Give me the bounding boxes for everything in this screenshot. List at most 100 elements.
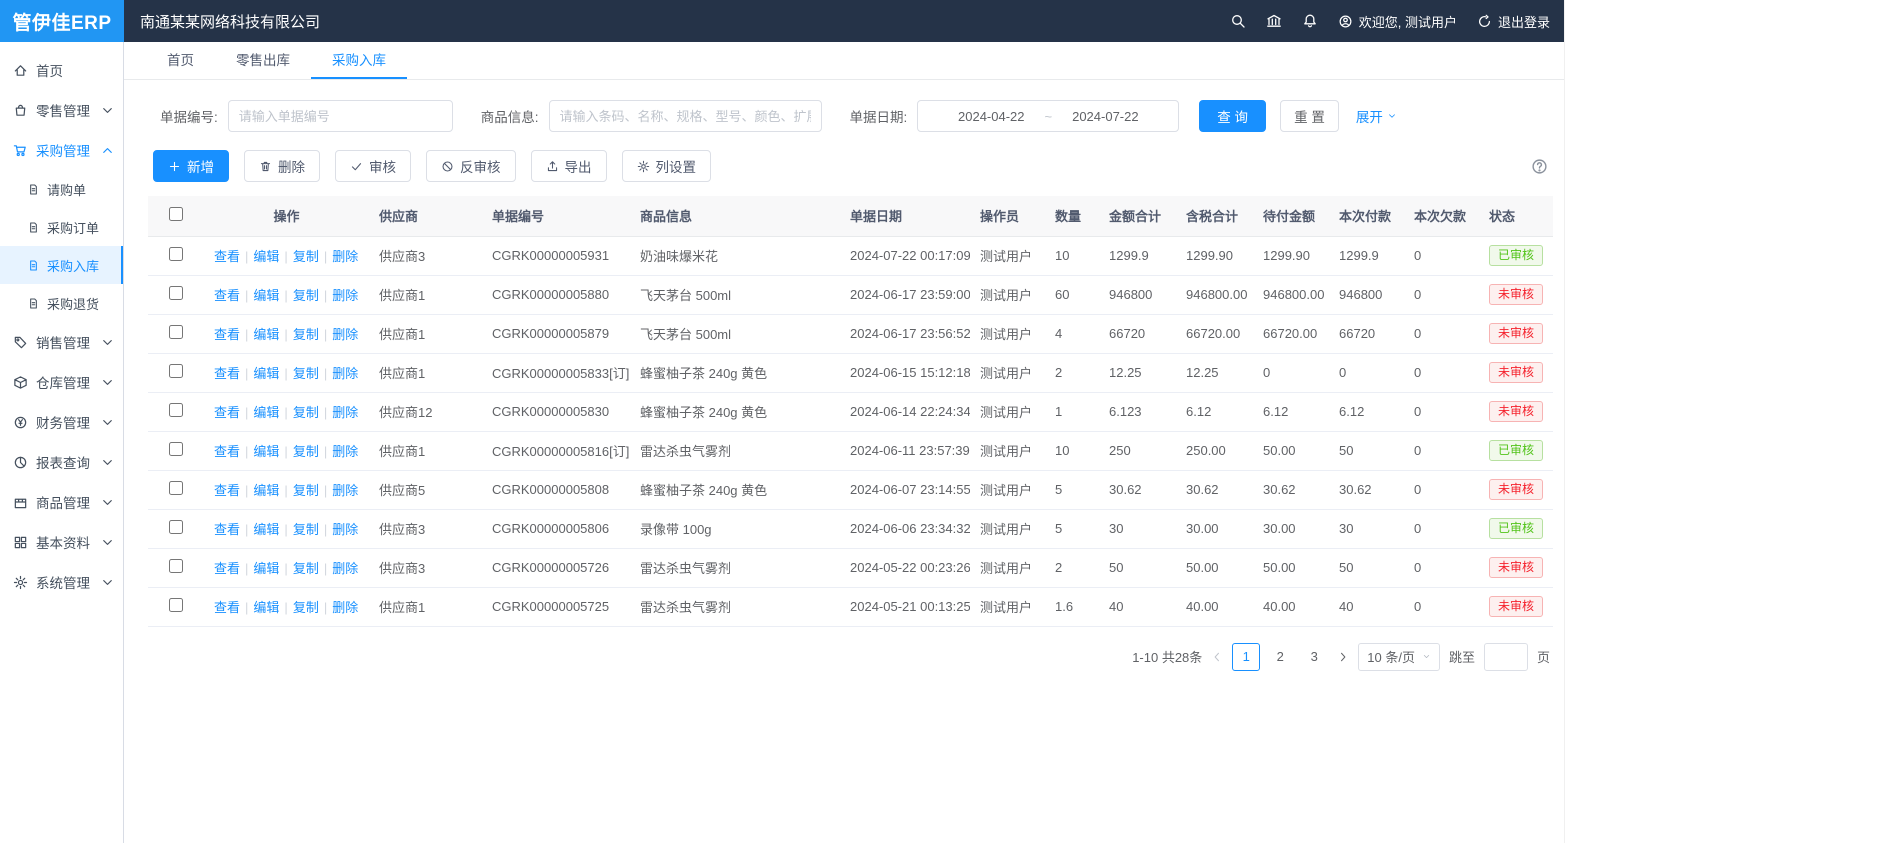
sidebar-item-purchase-inbound[interactable]: 采购入库 xyxy=(0,246,123,284)
row-checkbox[interactable] xyxy=(169,286,183,300)
page-size-select[interactable]: 10 条/页 xyxy=(1358,643,1440,671)
row-action-view[interactable]: 查看 xyxy=(214,600,240,615)
sidebar-item-sales[interactable]: 销售管理 xyxy=(0,322,123,362)
date-from-value[interactable]: 2024-04-22 xyxy=(958,109,1025,124)
sidebar-item-system[interactable]: 系统管理 xyxy=(0,562,123,602)
row-checkbox[interactable] xyxy=(169,442,183,456)
tab-purchase-inbound[interactable]: 采购入库 xyxy=(311,42,407,79)
tab-home[interactable]: 首页 xyxy=(146,42,215,79)
sidebar-item-finance[interactable]: 财务管理 xyxy=(0,402,123,442)
row-action-delete[interactable]: 删除 xyxy=(332,600,358,615)
app-logo[interactable]: 管伊佳ERP xyxy=(0,0,124,42)
row-action-copy[interactable]: 复制 xyxy=(293,444,319,459)
row-action-view[interactable]: 查看 xyxy=(214,327,240,342)
row-checkbox[interactable] xyxy=(169,598,183,612)
row-action-edit[interactable]: 编辑 xyxy=(253,405,279,420)
row-action-view[interactable]: 查看 xyxy=(214,249,240,264)
row-checkbox[interactable] xyxy=(169,364,183,378)
tab-retail-outbound[interactable]: 零售出库 xyxy=(215,42,311,79)
row-action-view[interactable]: 查看 xyxy=(214,522,240,537)
help-icon[interactable] xyxy=(1531,158,1548,175)
sidebar-item-purchase-return[interactable]: 采购退货 xyxy=(0,284,123,322)
row-action-edit[interactable]: 编辑 xyxy=(253,444,279,459)
sidebar-item-report[interactable]: 报表查询 xyxy=(0,442,123,482)
row-action-edit[interactable]: 编辑 xyxy=(253,366,279,381)
export-button[interactable]: 导出 xyxy=(531,150,607,182)
reset-button[interactable]: 重 置 xyxy=(1280,100,1339,132)
row-action-edit[interactable]: 编辑 xyxy=(253,600,279,615)
bell-icon[interactable] xyxy=(1302,13,1318,29)
cell-debt: 0 xyxy=(1404,587,1479,626)
cell-qty: 4 xyxy=(1045,314,1099,353)
row-action-edit[interactable]: 编辑 xyxy=(253,561,279,576)
row-action-delete[interactable]: 删除 xyxy=(332,249,358,264)
page-button-1[interactable]: 1 xyxy=(1232,643,1260,671)
logout-button[interactable]: 退出登录 xyxy=(1477,12,1550,31)
row-action-view[interactable]: 查看 xyxy=(214,483,240,498)
unaudit-button[interactable]: 反审核 xyxy=(426,150,516,182)
row-action-copy[interactable]: 复制 xyxy=(293,600,319,615)
row-action-edit[interactable]: 编辑 xyxy=(253,288,279,303)
sidebar-item-retail[interactable]: 零售管理 xyxy=(0,90,123,130)
row-action-delete[interactable]: 删除 xyxy=(332,405,358,420)
row-action-copy[interactable]: 复制 xyxy=(293,405,319,420)
row-action-delete[interactable]: 删除 xyxy=(332,444,358,459)
row-action-delete[interactable]: 删除 xyxy=(332,483,358,498)
row-action-copy[interactable]: 复制 xyxy=(293,249,319,264)
row-action-delete[interactable]: 删除 xyxy=(332,522,358,537)
row-action-edit[interactable]: 编辑 xyxy=(253,522,279,537)
sidebar-item-home[interactable]: 首页 xyxy=(0,50,123,90)
cell-qty: 5 xyxy=(1045,470,1099,509)
row-action-edit[interactable]: 编辑 xyxy=(253,483,279,498)
row-checkbox[interactable] xyxy=(169,325,183,339)
row-action-copy[interactable]: 复制 xyxy=(293,522,319,537)
bank-icon[interactable] xyxy=(1266,13,1282,29)
row-action-edit[interactable]: 编辑 xyxy=(253,327,279,342)
order-no-input[interactable] xyxy=(228,100,453,132)
row-action-view[interactable]: 查看 xyxy=(214,561,240,576)
row-action-view[interactable]: 查看 xyxy=(214,288,240,303)
next-page-button[interactable] xyxy=(1337,651,1349,663)
row-action-delete[interactable]: 删除 xyxy=(332,327,358,342)
row-action-edit[interactable]: 编辑 xyxy=(253,249,279,264)
status-badge: 未审核 xyxy=(1489,323,1543,344)
welcome-user[interactable]: 欢迎您, 测试用户 xyxy=(1338,12,1457,31)
search-button[interactable]: 查 询 xyxy=(1199,100,1266,132)
row-action-view[interactable]: 查看 xyxy=(214,444,240,459)
row-action-copy[interactable]: 复制 xyxy=(293,288,319,303)
row-action-copy[interactable]: 复制 xyxy=(293,561,319,576)
row-checkbox[interactable] xyxy=(169,559,183,573)
jump-page-input[interactable] xyxy=(1484,643,1528,671)
date-range-picker[interactable]: 2024-04-22 ~ 2024-07-22 xyxy=(917,100,1179,132)
row-checkbox[interactable] xyxy=(169,481,183,495)
row-action-copy[interactable]: 复制 xyxy=(293,366,319,381)
row-action-copy[interactable]: 复制 xyxy=(293,327,319,342)
row-action-delete[interactable]: 删除 xyxy=(332,288,358,303)
prev-page-button[interactable] xyxy=(1211,651,1223,663)
sidebar-item-purchase-request[interactable]: 请购单 xyxy=(0,170,123,208)
product-info-input[interactable] xyxy=(549,100,822,132)
row-checkbox[interactable] xyxy=(169,247,183,261)
row-checkbox[interactable] xyxy=(169,403,183,417)
sidebar-item-warehouse[interactable]: 仓库管理 xyxy=(0,362,123,402)
delete-button[interactable]: 删除 xyxy=(244,150,320,182)
row-action-view[interactable]: 查看 xyxy=(214,366,240,381)
sidebar-item-purchase[interactable]: 采购管理 xyxy=(0,130,123,170)
select-all-checkbox[interactable] xyxy=(169,207,183,221)
search-icon[interactable] xyxy=(1230,13,1246,29)
column-settings-button[interactable]: 列设置 xyxy=(622,150,712,182)
page-button-2[interactable]: 2 xyxy=(1266,643,1294,671)
expand-filters-link[interactable]: 展开 xyxy=(1356,106,1397,126)
sidebar-item-purchase-order[interactable]: 采购订单 xyxy=(0,208,123,246)
row-action-copy[interactable]: 复制 xyxy=(293,483,319,498)
sidebar-item-goods[interactable]: 商品管理 xyxy=(0,482,123,522)
add-button[interactable]: 新增 xyxy=(153,150,229,182)
row-action-delete[interactable]: 删除 xyxy=(332,366,358,381)
page-button-3[interactable]: 3 xyxy=(1300,643,1328,671)
date-to-value[interactable]: 2024-07-22 xyxy=(1072,109,1139,124)
row-checkbox[interactable] xyxy=(169,520,183,534)
sidebar-item-basic[interactable]: 基本资料 xyxy=(0,522,123,562)
audit-button[interactable]: 审核 xyxy=(335,150,411,182)
row-action-delete[interactable]: 删除 xyxy=(332,561,358,576)
row-action-view[interactable]: 查看 xyxy=(214,405,240,420)
